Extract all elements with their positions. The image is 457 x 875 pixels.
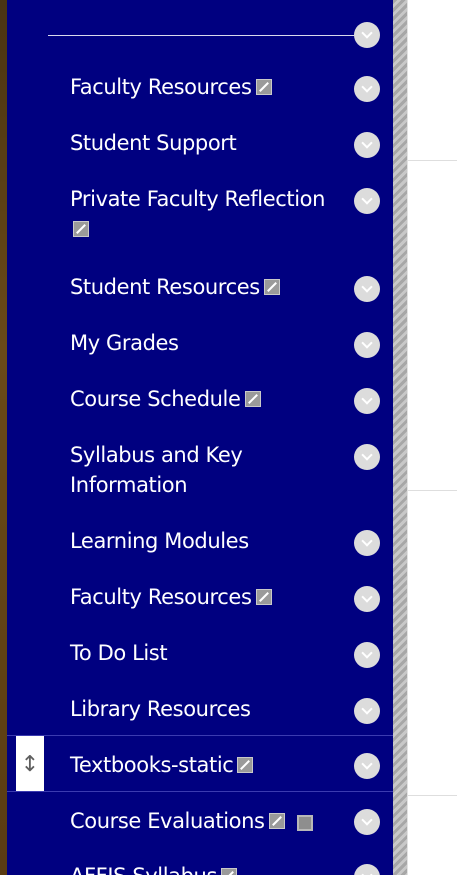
menu-item-course-evaluations[interactable]: Course Evaluations xyxy=(7,791,393,848)
hidden-from-students-icon xyxy=(255,79,272,95)
chevron-down-icon[interactable] xyxy=(354,809,380,835)
menu-item-course-schedule[interactable]: Course Schedule xyxy=(7,384,393,440)
chevron-down-icon[interactable] xyxy=(354,586,380,612)
menu-item-my-grades[interactable]: My Grades xyxy=(7,328,393,384)
chevron-down-icon[interactable] xyxy=(354,698,380,724)
menu-item-faculty-resources-2[interactable]: Faculty Resources xyxy=(7,582,393,638)
menu-item-private-faculty-reflection[interactable]: Private Faculty Reflection xyxy=(7,184,393,272)
chevron-down-icon[interactable] xyxy=(354,76,380,102)
content-area xyxy=(407,0,457,875)
chevron-down-icon[interactable] xyxy=(354,388,380,414)
menu-item-label[interactable]: Faculty Resources xyxy=(70,75,252,99)
menu-item-library-resources[interactable]: Library Resources xyxy=(7,694,393,735)
course-menu: Faculty Resources Student Support Privat… xyxy=(7,0,393,875)
menu-item-label[interactable]: Course Schedule xyxy=(70,387,241,411)
chevron-down-icon[interactable] xyxy=(354,332,380,358)
content-panel xyxy=(407,0,457,875)
menu-item-syllabus-and-key-information[interactable]: Syllabus and Key Information xyxy=(7,440,393,526)
menu-item-label[interactable]: Learning Modules xyxy=(70,529,249,553)
window-edge xyxy=(0,0,7,875)
page-icon xyxy=(296,815,313,831)
hidden-from-students-icon xyxy=(221,868,237,875)
chevron-down-icon[interactable] xyxy=(354,864,380,875)
menu-item-label[interactable]: Private Faculty Reflection xyxy=(70,187,325,211)
menu-item-student-support[interactable]: Student Support xyxy=(7,128,393,184)
chevron-down-icon[interactable] xyxy=(354,276,380,302)
chevron-down-icon[interactable] xyxy=(354,642,380,668)
chevron-down-icon[interactable] xyxy=(354,530,380,556)
menu-divider xyxy=(48,35,368,36)
hidden-from-students-icon xyxy=(268,813,285,829)
hidden-from-students-icon xyxy=(244,391,261,407)
menu-resize-bar[interactable] xyxy=(393,0,407,875)
chevron-down-icon[interactable] xyxy=(354,188,380,214)
menu-item-student-resources[interactable]: Student Resources xyxy=(7,272,393,328)
menu-item-learning-modules[interactable]: Learning Modules xyxy=(7,526,393,582)
chevron-down-icon[interactable] xyxy=(354,753,380,779)
divider xyxy=(408,795,457,796)
chevron-down-icon[interactable] xyxy=(354,132,380,158)
menu-item-to-do-list[interactable]: To Do List xyxy=(7,638,393,694)
menu-item-faculty-resources[interactable]: Faculty Resources xyxy=(7,72,393,128)
chevron-down-icon[interactable] xyxy=(354,444,380,470)
menu-item-label[interactable]: My Grades xyxy=(70,331,179,355)
menu-item-label[interactable]: Library Resources xyxy=(70,697,251,721)
hidden-from-students-icon xyxy=(263,279,280,295)
menu-item-label[interactable]: Textbooks-static xyxy=(70,753,234,777)
hidden-from-students-icon xyxy=(237,757,254,773)
divider xyxy=(408,160,457,161)
menu-item-label[interactable]: Student Resources xyxy=(70,275,260,299)
menu-item-label[interactable]: Course Evaluations xyxy=(70,809,265,833)
hidden-from-students-icon xyxy=(73,221,89,237)
menu-item-label[interactable]: Faculty Resources xyxy=(70,585,252,609)
menu-item-label[interactable]: AFFIS Syllabus xyxy=(70,864,217,875)
hidden-from-students-icon xyxy=(255,589,272,605)
chevron-down-icon[interactable] xyxy=(354,22,380,48)
drag-handle-icon[interactable]: ↕ xyxy=(16,736,44,792)
menu-item-label[interactable]: To Do List xyxy=(70,641,168,665)
divider xyxy=(408,490,457,491)
menu-item-affis-syllabus[interactable]: AFFIS Syllabus xyxy=(7,847,393,875)
menu-item-label[interactable]: Student Support xyxy=(70,131,237,155)
menu-item-label[interactable]: Syllabus and Key Information xyxy=(70,443,243,497)
menu-item-textbooks-static[interactable]: ↕ Textbooks-static xyxy=(7,735,393,792)
